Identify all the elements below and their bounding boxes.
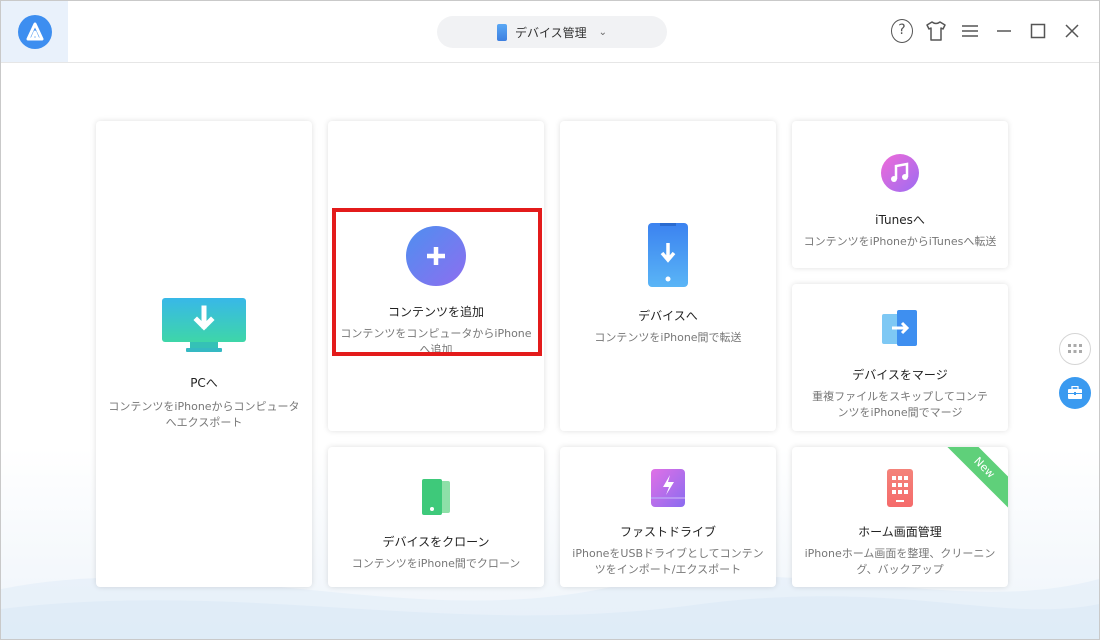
card-merge-device-desc: 重複ファイルをスキップしてコンテンツをiPhone間でマージ	[812, 390, 988, 419]
card-fast-drive-title: ファストドライブ	[619, 525, 716, 539]
help-button[interactable]: ?	[891, 19, 913, 43]
card-to-itunes-title: iTunesへ	[875, 213, 925, 227]
device-selector-label: デバイス管理	[514, 25, 587, 40]
card-fast-drive[interactable]: ファストドライブ iPhoneをUSBドライブとしてコンテンツをインポート/エク…	[560, 447, 776, 587]
fast-drive-icon	[651, 469, 685, 507]
chevron-down-icon: ⌄	[598, 26, 608, 38]
grid-view-button[interactable]	[1059, 333, 1091, 365]
iphone-icon	[496, 23, 507, 41]
window-controls: ?	[891, 19, 1083, 43]
phone-download-icon	[648, 223, 688, 287]
merge-devices-icon	[882, 310, 917, 346]
anytrans-logo-icon	[17, 14, 52, 49]
monitor-download-icon	[162, 298, 246, 352]
home-screen-icon	[887, 469, 913, 507]
app-logo[interactable]	[1, 1, 68, 62]
tshirt-icon	[926, 21, 946, 41]
clone-device-icon	[422, 479, 450, 515]
card-to-itunes-desc: コンテンツをiPhoneからiTunesへ転送	[803, 235, 997, 248]
grid-icon	[1068, 344, 1082, 353]
title-bar: デバイス管理 ⌄ ?	[1, 1, 1099, 63]
card-to-pc[interactable]: PCへ コンテンツをiPhoneからコンピュータへエクスポート	[96, 121, 312, 587]
minimize-icon	[997, 30, 1011, 32]
menu-icon	[962, 25, 978, 37]
minimize-button[interactable]	[993, 19, 1015, 43]
card-to-itunes[interactable]: iTunesへ コンテンツをiPhoneからiTunesへ転送	[792, 121, 1008, 268]
card-to-pc-desc: コンテンツをiPhoneからコンピュータへエクスポート	[108, 400, 300, 429]
card-to-device-desc: コンテンツをiPhone間で転送	[594, 331, 742, 344]
card-merge-device[interactable]: デバイスをマージ 重複ファイルをスキップしてコンテンツをiPhone間でマージ	[792, 284, 1008, 431]
close-button[interactable]	[1061, 19, 1083, 43]
card-to-device[interactable]: デバイスへ コンテンツをiPhone間で転送	[560, 121, 776, 431]
card-to-device-title: デバイスへ	[638, 309, 698, 323]
help-icon: ?	[891, 19, 913, 43]
toolkit-button[interactable]	[1059, 377, 1091, 409]
app-window: デバイス管理 ⌄ ? PCへ コンテンツをiPhoneからコンピュータへエクスポ…	[0, 0, 1100, 640]
toolbox-icon	[1068, 386, 1082, 399]
card-to-pc-title: PCへ	[190, 376, 218, 390]
card-home-screen-title: ホーム画面管理	[858, 525, 942, 539]
card-fast-drive-desc: iPhoneをUSBドライブとしてコンテンツをインポート/エクスポート	[572, 547, 764, 576]
card-clone-device-desc: コンテンツをiPhone間でクローン	[351, 557, 521, 570]
device-selector[interactable]: デバイス管理 ⌄	[437, 16, 667, 48]
maximize-button[interactable]	[1027, 19, 1049, 43]
card-home-screen-desc: iPhoneホーム画面を整理、クリーニング、バックアップ	[804, 547, 996, 576]
itunes-music-icon	[881, 154, 919, 192]
skin-button[interactable]	[925, 19, 947, 43]
card-clone-device[interactable]: デバイスをクローン コンテンツをiPhone間でクローン	[328, 447, 544, 587]
menu-button[interactable]	[959, 19, 981, 43]
highlight-box	[332, 208, 542, 356]
card-merge-device-title: デバイスをマージ	[852, 368, 948, 382]
card-clone-device-title: デバイスをクローン	[382, 535, 490, 549]
close-icon	[1065, 24, 1079, 38]
card-home-screen[interactable]: New ホーム画面管理 iPhoneホーム画面を整理、クリーニング、バックアップ	[792, 447, 1008, 587]
maximize-icon	[1030, 23, 1046, 39]
